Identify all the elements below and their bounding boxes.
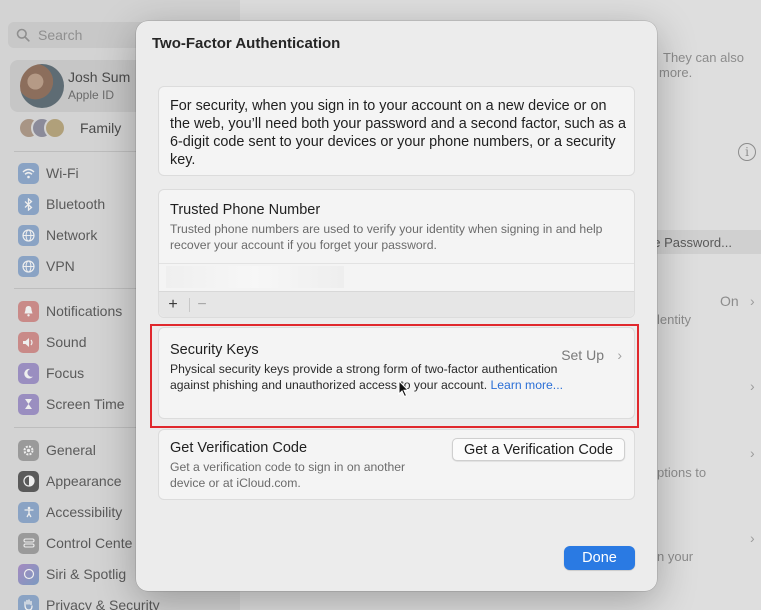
chevron-right-icon: › [750, 293, 755, 309]
bg-text-identity: lentity [657, 312, 691, 327]
sidebar-item-screen-time[interactable]: Screen Time [18, 392, 125, 416]
sidebar-item-label: Accessibility [46, 504, 123, 520]
two-factor-dialog: Two-Factor Authentication For security, … [136, 21, 657, 591]
user-subtitle: Apple ID [68, 88, 115, 102]
wifi-icon [18, 162, 39, 184]
bell-icon [18, 300, 39, 322]
intro-text: For security, when you sign in to your a… [170, 98, 626, 168]
sidebar-item-network[interactable]: Network [18, 223, 97, 247]
search-placeholder: Search [38, 27, 83, 43]
accessibility-icon [18, 501, 39, 523]
done-button[interactable]: Done [564, 546, 635, 570]
bluetooth-icon [18, 193, 39, 215]
bg-text-they-can-also: They can also [663, 50, 744, 65]
bg-text-in-your: n your [657, 549, 694, 564]
sidebar-item-label: General [46, 442, 96, 458]
user-name: Josh Sum [68, 69, 131, 85]
avatar [20, 64, 64, 108]
trusted-phone-description: Trusted phone numbers are used to verify… [170, 222, 603, 252]
info-icon[interactable]: i [738, 143, 756, 161]
sidebar-item-notifications[interactable]: Notifications [18, 299, 122, 323]
siri-icon [18, 563, 39, 585]
gear-icon [18, 439, 39, 461]
add-remove-bar: + − [159, 291, 634, 317]
sidebar-item-accessibility[interactable]: Accessibility [18, 500, 122, 524]
sidebar-item-family[interactable]: Family [18, 116, 121, 140]
speaker-icon [18, 331, 39, 353]
verification-description: Get a verification code to sign in on an… [170, 460, 406, 490]
sidebar-item-general[interactable]: General [18, 438, 96, 462]
sidebar-item-label: Control Cente [46, 535, 133, 551]
sidebar-item-vpn[interactable]: VPN [18, 254, 75, 278]
sidebar-item-label: Wi-Fi [46, 165, 79, 181]
sidebar-item-siri[interactable]: Siri & Spotlig [18, 562, 126, 586]
verification-title: Get Verification Code [170, 440, 308, 456]
sidebar-item-label: Focus [46, 365, 85, 381]
sidebar-item-control-center[interactable]: Control Cente [18, 531, 132, 555]
change-password-button[interactable]: ge Password... [640, 230, 761, 254]
family-avatars [18, 117, 72, 139]
control-center-icon [18, 532, 39, 554]
sidebar-item-label: VPN [46, 258, 75, 274]
sidebar-item-label: Bluetooth [46, 196, 106, 212]
sidebar-item-privacy[interactable]: Privacy & Security [18, 593, 160, 610]
chevron-right-icon: › [750, 445, 755, 461]
dialog-title: Two-Factor Authentication [152, 35, 341, 52]
mouse-cursor-icon [398, 380, 410, 398]
sidebar-item-label: Notifications [46, 303, 123, 319]
sidebar-item-label: Privacy & Security [46, 597, 160, 610]
sidebar-item-focus[interactable]: Focus [18, 361, 84, 385]
family-avatar [44, 117, 66, 139]
bg-text-on: On [720, 293, 739, 309]
trusted-phone-title: Trusted Phone Number [170, 202, 321, 218]
get-verification-code-button[interactable]: Get a Verification Code [452, 438, 625, 461]
phone-number-row[interactable] [159, 263, 634, 290]
moon-icon [18, 362, 39, 384]
annotation-highlight-box [150, 324, 639, 428]
sidebar-item-sound[interactable]: Sound [18, 330, 86, 354]
hand-icon [18, 594, 39, 610]
verification-code-section: Get Verification Code Get a verification… [158, 429, 635, 500]
appearance-icon [18, 470, 39, 492]
chevron-right-icon: › [750, 530, 755, 546]
add-phone-button[interactable]: + [161, 295, 185, 315]
sidebar-item-label: Appearance [46, 473, 122, 489]
sidebar-item-label: Screen Time [46, 396, 125, 412]
sidebar-item-bluetooth[interactable]: Bluetooth [18, 192, 105, 216]
bg-text-more: more. [659, 65, 693, 80]
sidebar-item-wifi[interactable]: Wi-Fi [18, 161, 79, 185]
vpn-globe-icon [18, 255, 39, 277]
sidebar-item-label: Siri & Spotlig [46, 566, 127, 582]
sidebar-item-label: Sound [46, 334, 87, 350]
hourglass-icon [18, 393, 39, 415]
redacted-phone-number [166, 266, 344, 288]
globe-icon [18, 224, 39, 246]
chevron-right-icon: › [750, 378, 755, 394]
bg-text-options-to: ptions to [657, 465, 707, 480]
sidebar-item-label: Network [46, 227, 98, 243]
search-icon [16, 28, 30, 42]
remove-phone-button[interactable]: − [190, 295, 214, 315]
family-label: Family [80, 120, 122, 136]
sidebar-item-appearance[interactable]: Appearance [18, 469, 122, 493]
trusted-phone-section: Trusted Phone Number Trusted phone numbe… [158, 189, 635, 318]
intro-box: For security, when you sign in to your a… [158, 86, 635, 176]
